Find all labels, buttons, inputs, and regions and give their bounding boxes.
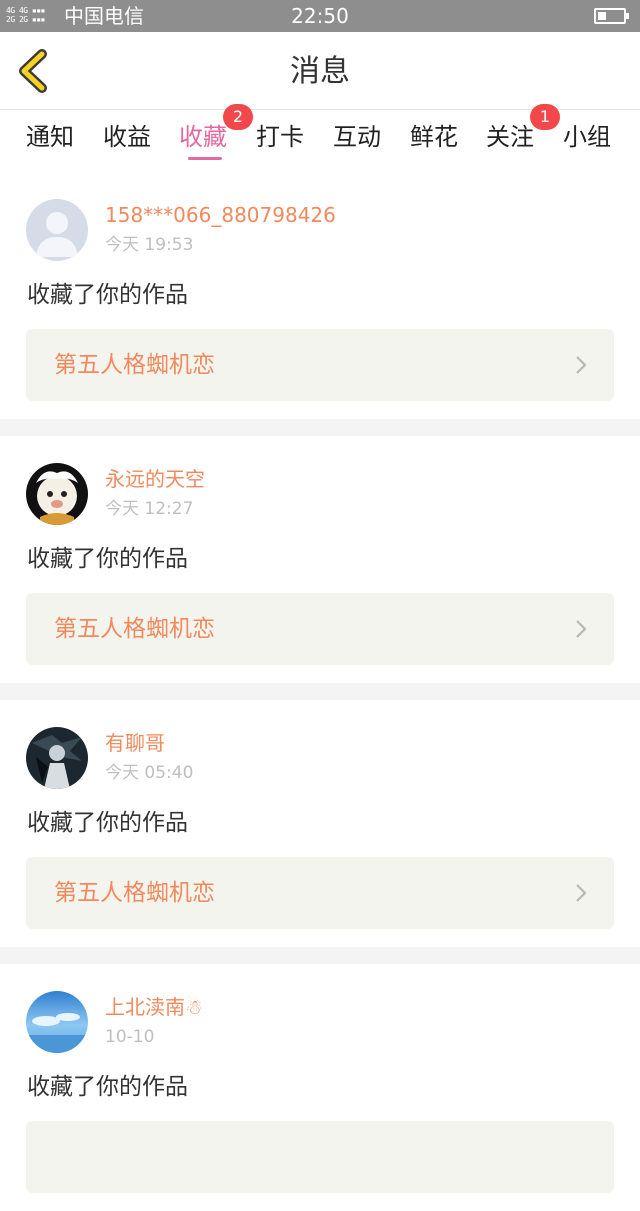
work-title: 第五人格蜘机恋 bbox=[54, 880, 215, 906]
sky-avatar-icon bbox=[26, 991, 88, 1053]
username[interactable]: 158***066_880798426 bbox=[105, 202, 336, 228]
username[interactable]: 永远的天空 bbox=[105, 466, 205, 492]
message-item: 158***066_880798426 今天 19:53 收藏了你的作品 第五人… bbox=[0, 172, 640, 419]
tab-flowers[interactable]: 鲜花 bbox=[410, 122, 458, 152]
page-title: 消息 bbox=[290, 54, 350, 89]
status-time: 22:50 bbox=[291, 4, 349, 28]
action-text: 收藏了你的作品 bbox=[27, 282, 188, 308]
tab-follow[interactable]: 关注 1 bbox=[486, 104, 560, 152]
action-text: 收藏了你的作品 bbox=[27, 546, 188, 572]
action-text: 收藏了你的作品 bbox=[27, 1074, 188, 1100]
status-bar: 4G 4G ▪▪▪ 2G 2G ▪▪▪ 中国电信 22:50 bbox=[0, 0, 640, 32]
dark-figure-avatar-icon bbox=[26, 727, 88, 789]
divider bbox=[0, 419, 640, 436]
tab-label: 收益 bbox=[103, 123, 151, 151]
cartoon-avatar-icon bbox=[26, 463, 88, 525]
tab-notify[interactable]: 通知 bbox=[26, 122, 74, 152]
unread-badge: 2 bbox=[223, 104, 253, 130]
message-item: 上北渎南☃ 10-10 收藏了你的作品 bbox=[0, 964, 640, 1211]
message-item: 永远的天空 今天 12:27 收藏了你的作品 第五人格蜘机恋 bbox=[0, 436, 640, 683]
tab-label: 关注 bbox=[486, 123, 534, 151]
unread-badge: 1 bbox=[530, 104, 560, 130]
tab-label: 鲜花 bbox=[410, 123, 458, 151]
divider bbox=[0, 947, 640, 964]
header-bar: 消息 bbox=[0, 32, 640, 110]
tab-label: 互动 bbox=[333, 123, 381, 151]
work-link[interactable] bbox=[26, 1121, 614, 1193]
battery-icon bbox=[594, 8, 629, 24]
default-avatar-icon bbox=[26, 199, 88, 261]
work-link[interactable]: 第五人格蜘机恋 bbox=[26, 329, 614, 401]
avatar[interactable] bbox=[26, 991, 88, 1053]
work-link[interactable]: 第五人格蜘机恋 bbox=[26, 857, 614, 929]
tab-bar: 通知 收益 收藏 2 打卡 互动 鲜花 关注 1 小组 bbox=[0, 104, 640, 172]
timestamp: 今天 05:40 bbox=[105, 763, 194, 783]
tab-groups[interactable]: 小组 bbox=[563, 122, 611, 152]
active-tab-indicator bbox=[188, 157, 222, 160]
chevron-right-icon bbox=[576, 356, 587, 374]
tab-label: 打卡 bbox=[256, 123, 304, 151]
tab-favorites[interactable]: 收藏 2 bbox=[179, 104, 253, 160]
chevron-right-icon bbox=[576, 884, 587, 902]
tab-label: 通知 bbox=[26, 123, 74, 151]
timestamp: 今天 12:27 bbox=[105, 499, 194, 519]
chevron-right-icon bbox=[576, 620, 587, 638]
message-list: 158***066_880798426 今天 19:53 收藏了你的作品 第五人… bbox=[0, 172, 640, 1211]
divider bbox=[0, 683, 640, 700]
avatar[interactable] bbox=[26, 199, 88, 261]
avatar[interactable] bbox=[26, 463, 88, 525]
work-title: 第五人格蜘机恋 bbox=[54, 616, 215, 642]
message-item: 有聊哥 今天 05:40 收藏了你的作品 第五人格蜘机恋 bbox=[0, 700, 640, 947]
tab-label: 收藏 bbox=[179, 123, 227, 151]
work-link[interactable]: 第五人格蜘机恋 bbox=[26, 593, 614, 665]
username[interactable]: 上北渎南☃ bbox=[105, 994, 203, 1020]
avatar[interactable] bbox=[26, 727, 88, 789]
tab-label: 小组 bbox=[563, 123, 611, 151]
tab-checkin[interactable]: 打卡 bbox=[256, 122, 304, 152]
username[interactable]: 有聊哥 bbox=[105, 730, 165, 756]
timestamp: 今天 19:53 bbox=[105, 235, 194, 255]
timestamp: 10-10 bbox=[105, 1027, 155, 1047]
tab-earnings[interactable]: 收益 bbox=[103, 122, 151, 152]
tab-interact[interactable]: 互动 bbox=[333, 122, 381, 152]
work-title: 第五人格蜘机恋 bbox=[54, 352, 215, 378]
action-text: 收藏了你的作品 bbox=[27, 810, 188, 836]
